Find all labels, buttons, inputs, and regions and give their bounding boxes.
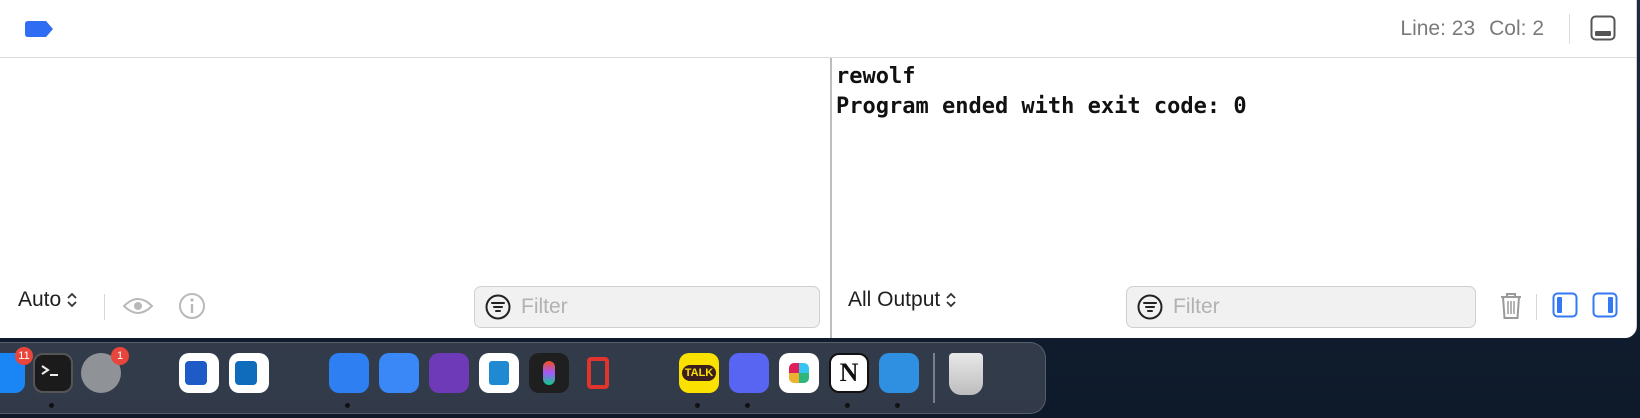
dock-outlook-icon[interactable] — [229, 353, 269, 393]
hide-debug-area-icon[interactable] — [1590, 15, 1616, 41]
console-filter-field[interactable] — [1126, 286, 1476, 328]
console-filter-bar: All Output — [832, 276, 1636, 338]
notion-label: N — [839, 358, 859, 387]
dock-word-icon[interactable] — [179, 353, 219, 393]
dock-github-desktop-icon[interactable] — [429, 353, 469, 393]
dock-kakaotalk-icon[interactable]: TALK — [679, 353, 719, 393]
dock-separator — [933, 353, 935, 403]
line-indicator: Line: 23 — [1400, 17, 1476, 40]
trash-icon[interactable] — [1496, 290, 1526, 322]
show-console-view-icon[interactable] — [1590, 290, 1620, 320]
dock-vscode-icon[interactable] — [479, 353, 519, 393]
dock-xcode-beta-icon[interactable] — [329, 353, 369, 393]
dock-discord-icon[interactable] — [729, 353, 769, 393]
dock-preview-icon[interactable] — [879, 353, 919, 393]
dock-figma-icon[interactable] — [529, 353, 569, 393]
output-select-value: All Output — [848, 288, 941, 311]
dock-linear-icon[interactable] — [579, 353, 619, 393]
running-indicator — [695, 403, 700, 408]
running-indicator — [49, 403, 54, 408]
console-output: rewolf Program ended with exit code: 0 — [836, 64, 1247, 119]
dock-slack-icon[interactable] — [779, 353, 819, 393]
scope-select[interactable]: Auto — [18, 288, 77, 312]
output-select[interactable]: All Output — [848, 288, 956, 312]
filter-icon — [1137, 294, 1163, 320]
running-indicator — [895, 403, 900, 408]
cursor-position: Line: 23 Col: 2 — [1400, 17, 1544, 41]
running-indicator — [345, 403, 350, 408]
kakaotalk-label: TALK — [681, 365, 717, 381]
variables-filter-bar: Auto — [0, 276, 830, 338]
chevron-up-down-icon — [946, 292, 956, 308]
variables-view: Auto — [0, 58, 830, 338]
info-icon[interactable] — [176, 290, 208, 322]
eye-icon[interactable] — [122, 290, 154, 322]
toolbar-divider — [1569, 14, 1570, 44]
running-indicator — [745, 403, 750, 408]
console-view: rewolf Program ended with exit code: 0 A… — [832, 58, 1636, 338]
show-variables-view-icon[interactable] — [1550, 290, 1580, 320]
dock-system-settings-icon[interactable]: 1 — [81, 347, 129, 393]
variables-filter-input[interactable] — [519, 294, 783, 320]
console-filter-input[interactable] — [1171, 294, 1435, 320]
scope-select-value: Auto — [18, 288, 62, 311]
bar-divider — [1536, 294, 1537, 320]
dock-app-store-icon[interactable]: 11 — [0, 347, 33, 393]
debug-toolbar: Line: 23 Col: 2 — [0, 0, 1636, 58]
tag-icon[interactable] — [24, 20, 54, 38]
notification-badge: 11 — [15, 347, 33, 365]
xcode-debug-area: Line: 23 Col: 2 Auto Filter rewolf Progr… — [0, 0, 1637, 338]
chevron-up-down-icon — [67, 292, 77, 308]
dock-trash-icon[interactable] — [949, 353, 983, 395]
column-indicator: Col: 2 — [1489, 17, 1544, 40]
filter-icon — [485, 294, 511, 320]
dock-simulator-beta-icon[interactable] — [379, 353, 419, 393]
variables-filter-field[interactable] — [474, 286, 820, 328]
dock-terminal-icon[interactable] — [33, 353, 73, 393]
dock: 11 1 TALK N — [0, 342, 1046, 414]
running-indicator — [845, 403, 850, 408]
dock-notion-icon[interactable]: N — [829, 353, 869, 393]
bar-divider — [104, 294, 105, 320]
notification-badge: 1 — [111, 347, 129, 365]
